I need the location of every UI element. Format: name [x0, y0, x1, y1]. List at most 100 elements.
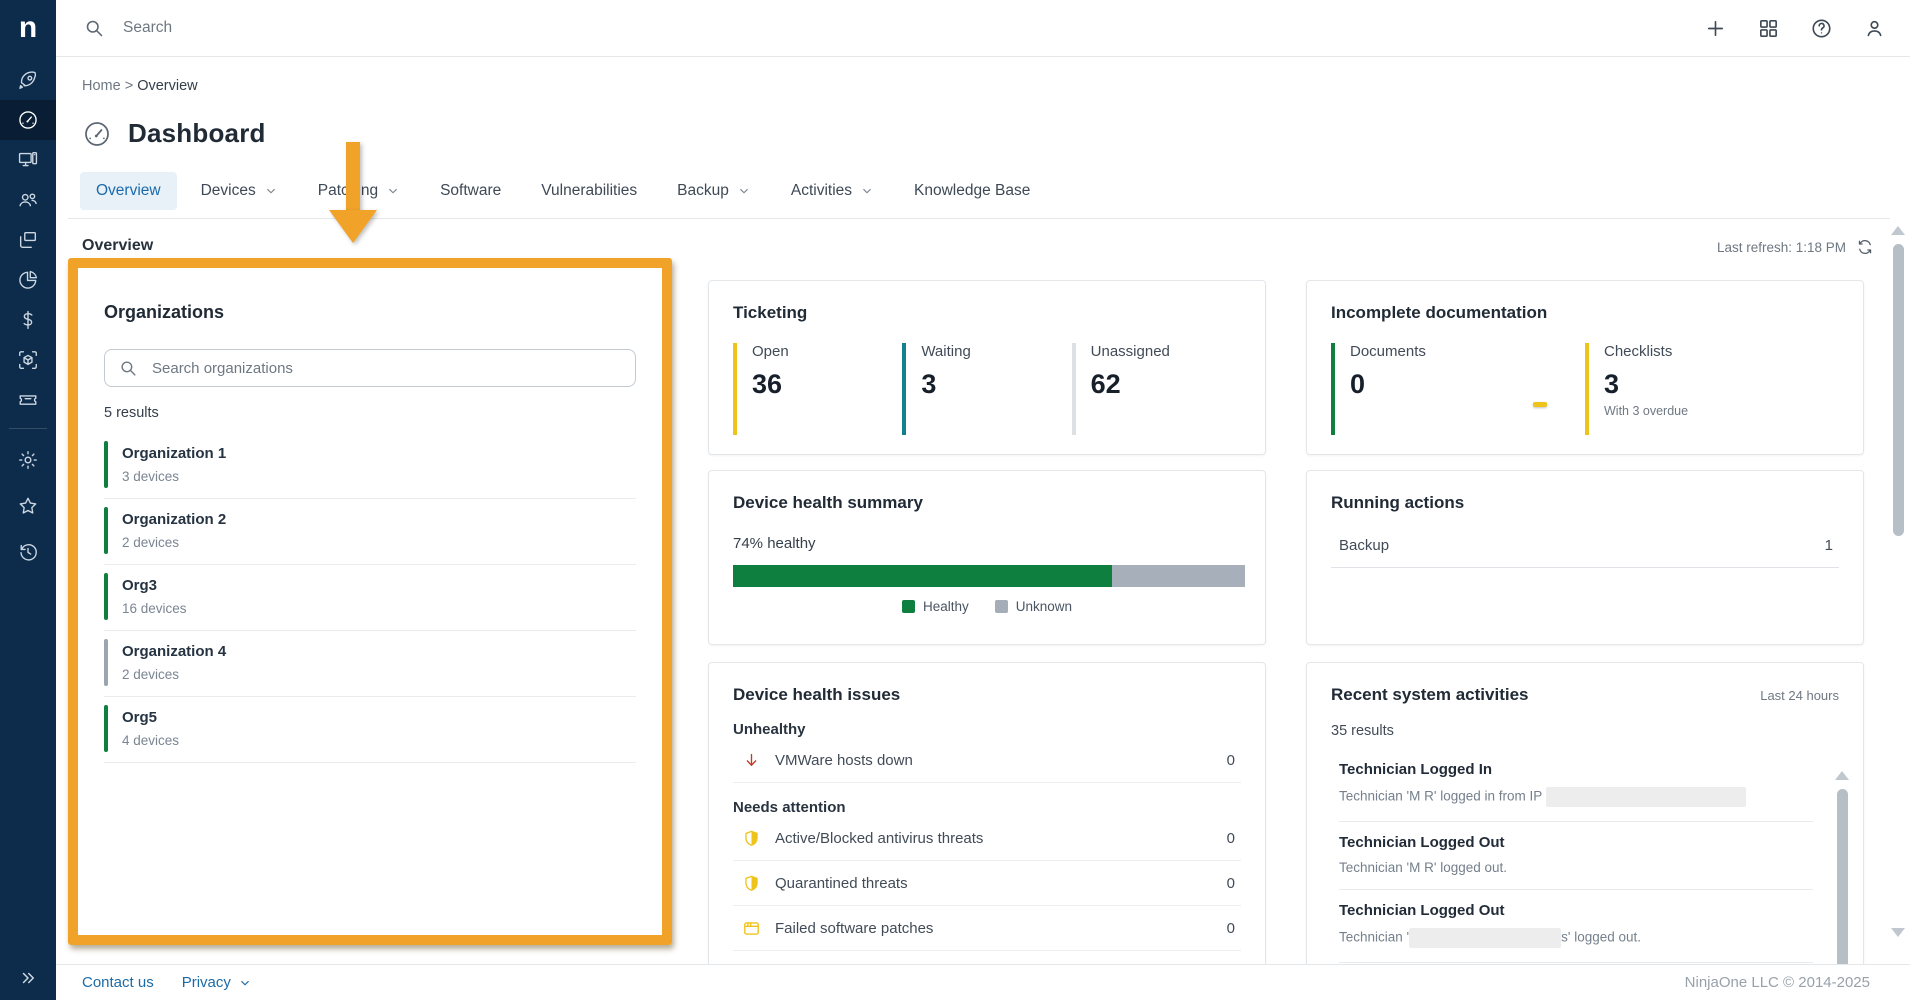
organization-list-item[interactable]: Org316 devices: [104, 565, 636, 631]
organizations-search-input[interactable]: [150, 359, 621, 378]
search-icon: [119, 359, 138, 378]
activity-list-item[interactable]: Technician Logged InTechnician 'M R' log…: [1339, 749, 1813, 822]
issue-group-label: Unhealthy: [733, 721, 1241, 738]
activity-description: Technician 'M R' logged in from IP: [1339, 787, 1813, 807]
organization-list-item[interactable]: Org54 devices: [104, 697, 636, 763]
sidebar-item-dashboard[interactable]: [0, 100, 56, 140]
tab-overview[interactable]: Overview: [80, 172, 177, 210]
ticketing-card: Ticketing Open36 Waiting 3Unassigned62: [708, 280, 1266, 455]
issue-row[interactable]: Active/Blocked antivirus threats0: [733, 816, 1241, 861]
stat-label: Waiting: [921, 343, 1071, 360]
footer: Contact usPrivacy NinjaOne LLC © 2014-20…: [56, 964, 1910, 1000]
sidebar-item-settings[interactable]: [0, 437, 56, 483]
stat-waiting[interactable]: Waiting 3: [902, 343, 1071, 435]
tab-software[interactable]: Software: [424, 172, 517, 210]
ninjaone-logo[interactable]: n: [0, 0, 56, 56]
issue-row[interactable]: Quarantined threats0: [733, 861, 1241, 906]
health-progress-fill: [733, 565, 1112, 587]
reports-icon: [17, 269, 39, 291]
chevron-down-icon: [737, 184, 751, 198]
page-scroll-up[interactable]: [1891, 226, 1905, 235]
billing-icon: [17, 309, 39, 331]
tab-label: Software: [440, 182, 501, 200]
tab-knowledge-base[interactable]: Knowledge Base: [898, 172, 1046, 210]
help-icon: [1810, 17, 1833, 40]
org-device-count: 2 devices: [122, 667, 628, 682]
stat-open[interactable]: Open36: [733, 343, 902, 435]
activities-scrollbar-thumb[interactable]: [1837, 789, 1848, 969]
patch-window-icon: [741, 918, 761, 938]
sidebar-item-history[interactable]: [0, 529, 56, 575]
settings-icon: [17, 449, 39, 471]
org-status-bar: [104, 507, 108, 554]
organization-list-item[interactable]: Organization 13 devices: [104, 433, 636, 499]
activity-list-item[interactable]: Technician Logged OutTechnician 's' logg…: [1339, 890, 1813, 963]
legend-item-healthy: Healthy: [902, 599, 969, 614]
sidebar-item-users[interactable]: [0, 180, 56, 220]
app-grid-button[interactable]: [1756, 16, 1780, 40]
plus-button[interactable]: [1703, 16, 1727, 40]
tab-devices[interactable]: Devices: [185, 172, 294, 210]
user-icon: [1863, 17, 1886, 40]
activity-list-item[interactable]: Technician Logged OutTechnician 'M R' lo…: [1339, 822, 1813, 890]
annotation-arrow-stem: [346, 142, 360, 212]
help-button[interactable]: [1809, 16, 1833, 40]
ticketing-title: Ticketing: [733, 303, 1241, 323]
sidebar-item-reports[interactable]: [0, 260, 56, 300]
issue-group-label: Needs attention: [733, 799, 1241, 816]
search-placeholder: Search: [123, 19, 172, 37]
org-status-bar: [104, 705, 108, 752]
incomplete-documentation-title: Incomplete documentation: [1331, 303, 1839, 323]
organization-list-item[interactable]: Organization 22 devices: [104, 499, 636, 565]
activity-desc-text: s' logged out.: [1561, 930, 1641, 945]
global-search[interactable]: Search: [84, 0, 172, 56]
refresh-icon[interactable]: [1856, 238, 1874, 256]
org-name: Organization 2: [122, 511, 628, 528]
page-scroll-down[interactable]: [1891, 928, 1905, 937]
legend-swatch: [902, 600, 915, 613]
ticketing-icon: [17, 389, 39, 411]
breadcrumb-home[interactable]: Home: [82, 78, 121, 94]
sidebar-item-favorites[interactable]: [0, 483, 56, 529]
page-scrollbar-thumb[interactable]: [1893, 244, 1904, 536]
sidebar-item-rocket[interactable]: [0, 60, 56, 100]
incomplete-documentation-card: Incomplete documentation Documents0Check…: [1306, 280, 1864, 455]
chevron-down-icon: [386, 184, 400, 198]
sidebar-expand-button[interactable]: [0, 964, 56, 992]
users-icon: [17, 189, 39, 211]
footer-link-contact-us[interactable]: Contact us: [82, 974, 154, 991]
stat-documents[interactable]: Documents0: [1331, 343, 1585, 435]
org-status-bar: [104, 441, 108, 488]
activities-scroll-up[interactable]: [1835, 771, 1849, 780]
issue-count: 0: [1227, 752, 1235, 769]
stat-unassigned[interactable]: Unassigned62: [1072, 343, 1241, 435]
sidebar-item-backup[interactable]: [0, 340, 56, 380]
organizations-search[interactable]: [104, 349, 636, 387]
activities-results-count: 35 results: [1331, 723, 1839, 739]
stat-value: 3: [921, 369, 1071, 400]
organization-list-item[interactable]: Organization 42 devices: [104, 631, 636, 697]
issue-row[interactable]: VMWare hosts down 0: [733, 738, 1241, 783]
running-action-row[interactable]: Backup1: [1331, 537, 1839, 568]
sidebar-item-apps[interactable]: [0, 220, 56, 260]
activities-range-label: Last 24 hours: [1760, 688, 1839, 703]
issue-label: VMWare hosts down: [775, 752, 1213, 769]
stat-value: 36: [752, 369, 902, 400]
tab-backup[interactable]: Backup: [661, 172, 767, 210]
sidebar-item-ticketing[interactable]: [0, 380, 56, 420]
issue-row[interactable]: Failed software patches0: [733, 906, 1241, 951]
stat-checklists[interactable]: Checklists3With 3 overdue: [1585, 343, 1839, 435]
last-refresh-text: Last refresh: 1:18 PM: [1717, 240, 1846, 255]
sidebar-item-billing[interactable]: [0, 300, 56, 340]
tab-vulnerabilities[interactable]: Vulnerabilities: [525, 172, 653, 210]
tab-activities[interactable]: Activities: [775, 172, 890, 210]
favorites-icon: [17, 495, 39, 517]
user-button[interactable]: [1862, 16, 1886, 40]
action-label: Backup: [1339, 537, 1389, 554]
plus-icon: [1704, 17, 1727, 40]
legend-label: Unknown: [1016, 599, 1072, 614]
sidebar-item-devices[interactable]: [0, 140, 56, 180]
issue-count: 0: [1227, 920, 1235, 937]
footer-link-privacy[interactable]: Privacy: [182, 974, 252, 991]
health-progress-bar[interactable]: [733, 565, 1245, 587]
